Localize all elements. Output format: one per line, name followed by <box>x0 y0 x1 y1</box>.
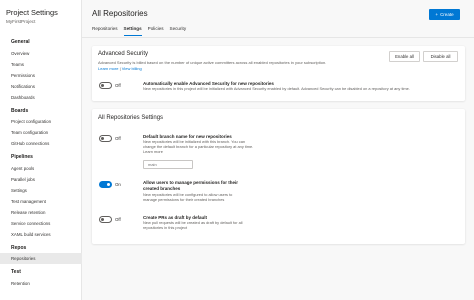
default-branch-toggle[interactable] <box>99 135 112 142</box>
default-branch-toggle-state: Off <box>115 136 121 141</box>
tab-divider <box>82 37 474 38</box>
sidebar-item-team-configuration[interactable]: Team configuration <box>0 127 82 138</box>
tab-settings[interactable]: Settings <box>123 26 142 36</box>
all-repositories-settings-card: All Repositories Settings Off Default br… <box>92 109 465 244</box>
tab-policies[interactable]: Policies <box>148 26 164 36</box>
sidebar-item-github-connections[interactable]: GitHub connections <box>0 138 82 149</box>
auto-enable-toggle-state: Off <box>115 83 121 88</box>
tab-bar: Repositories Settings Policies Security <box>92 26 186 36</box>
plus-icon: + <box>435 12 439 17</box>
manage-branch-permissions-setting-title: Allow users to manage permissions for th… <box>143 180 239 191</box>
sidebar-item-parallel-jobs[interactable]: Parallel jobs <box>0 174 82 185</box>
sidebar-item-service-connections[interactable]: Service connections <box>0 218 82 229</box>
advanced-security-description: Advanced Security is billed based on the… <box>98 60 388 65</box>
tab-repositories[interactable]: Repositories <box>92 26 118 36</box>
nav-section-repos: Repos <box>11 244 27 251</box>
tab-security[interactable]: Security <box>170 26 187 36</box>
auto-enable-setting-description: New repositories in this project will be… <box>143 86 410 91</box>
sidebar-item-repositories[interactable]: Repositories <box>0 253 82 264</box>
sidebar-item-teams[interactable]: Teams <box>0 59 82 70</box>
sidebar-item-agent-pools[interactable]: Agent pools <box>0 163 82 174</box>
disable-all-button[interactable]: Disable all <box>423 51 458 62</box>
page-title: All Repositories <box>92 9 148 18</box>
draft-pr-default-setting-description: New pull requests will be created as dra… <box>143 220 243 230</box>
project-name[interactable]: MyFirstProject <box>6 19 35 24</box>
default-branch-name-input[interactable] <box>143 160 193 169</box>
nav-section-general: General <box>11 39 30 45</box>
nav-section-pipelines: Pipelines <box>11 154 33 160</box>
enable-all-button[interactable]: Enable all <box>389 51 420 62</box>
sidebar-item-release-retention[interactable]: Release retention <box>0 207 82 218</box>
all-repositories-settings-title: All Repositories Settings <box>98 115 164 121</box>
sidebar-item-project-configuration[interactable]: Project configuration <box>0 116 82 127</box>
manage-branch-permissions-toggle-state: On <box>115 182 121 187</box>
sidebar-item-permissions[interactable]: Permissions <box>0 70 82 81</box>
auto-enable-advanced-security-toggle[interactable] <box>99 82 112 89</box>
sidebar-item-xaml-build-services[interactable]: XAML build services <box>0 229 82 240</box>
settings-nav: General Overview Teams Permissions Notif… <box>0 37 82 289</box>
manage-branch-permissions-toggle[interactable] <box>99 181 112 188</box>
sidebar-item-notifications[interactable]: Notifications <box>0 81 82 92</box>
sidebar-item-dashboards[interactable]: Dashboards <box>0 92 82 103</box>
create-button-label: Create <box>440 12 454 17</box>
sidebar-item-test-management[interactable]: Test management <box>0 196 82 207</box>
nav-section-test: Test <box>11 269 21 275</box>
learn-more-link[interactable]: Learn more <box>98 66 118 71</box>
advanced-security-links: Learn more | View billing <box>98 66 142 71</box>
sidebar-item-overview[interactable]: Overview <box>0 48 82 59</box>
sidebar-item-retention[interactable]: Retention <box>0 278 82 289</box>
project-settings-title: Project Settings <box>6 8 58 17</box>
sidebar: Project Settings MyFirstProject General … <box>0 0 82 300</box>
main-content: All Repositories + Create Repositories S… <box>82 0 474 300</box>
default-branch-setting-description: New repositories will be initialized wit… <box>143 139 254 154</box>
advanced-security-description-text: Advanced Security is billed based on the… <box>98 60 327 65</box>
draft-pr-default-toggle[interactable] <box>99 216 112 223</box>
sidebar-item-settings[interactable]: Settings <box>0 185 82 196</box>
draft-pr-default-toggle-state: Off <box>115 217 121 222</box>
nav-section-boards: Boards <box>11 107 29 114</box>
manage-branch-permissions-setting-description: New repositories will be configured to a… <box>143 192 233 202</box>
view-billing-link[interactable]: View billing <box>122 66 142 71</box>
advanced-security-card: Advanced Security Advanced Security is b… <box>92 46 465 101</box>
create-button[interactable]: + Create <box>429 9 460 20</box>
advanced-security-title: Advanced Security <box>98 51 149 57</box>
